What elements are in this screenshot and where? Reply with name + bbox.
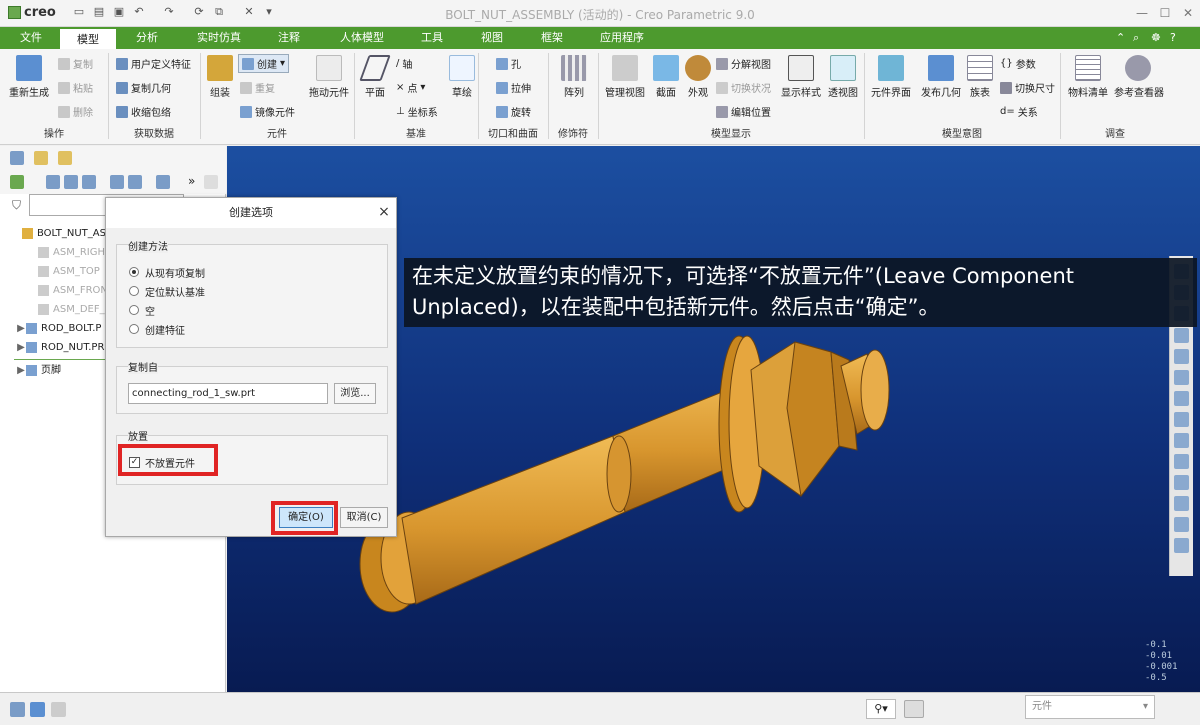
full-screen-icon[interactable]: [51, 702, 66, 717]
status-bar: ⚲▾: [0, 692, 1200, 725]
selection-filter-select[interactable]: 元件 ▾: [1025, 695, 1155, 719]
method-radio-label: 空: [145, 306, 155, 318]
method-radio-label: 定位默认基准: [145, 287, 205, 299]
selection-icon[interactable]: [904, 700, 924, 718]
method-radio[interactable]: 空: [129, 302, 155, 318]
show-navigator-icon[interactable]: [10, 702, 25, 717]
close-icon[interactable]: ×: [376, 204, 392, 220]
create-options-dialog: 创建选项 × 创建方法 从现有项复制 定位默认基准空创建特征 复制自 connec…: [105, 197, 397, 537]
binoculars-icon[interactable]: ⚲▾: [866, 699, 896, 719]
browse-button[interactable]: 浏览...: [334, 383, 376, 404]
radio-button-icon[interactable]: [129, 324, 139, 334]
method-label: 创建方法: [128, 238, 168, 253]
radio-button-icon[interactable]: [129, 305, 139, 315]
show-browser-icon[interactable]: [30, 702, 45, 717]
method-radio-label: 创建特征: [145, 325, 185, 337]
dialog-title: 创建选项: [106, 198, 396, 228]
placement-label: 放置: [128, 428, 148, 443]
method-radio[interactable]: 创建特征: [129, 321, 185, 337]
radio-button-icon[interactable]: [129, 267, 139, 277]
chevron-down-icon: ▾: [1142, 701, 1148, 712]
method-radio-label: 从现有项复制: [145, 268, 205, 280]
method-radio[interactable]: 从现有项复制: [129, 264, 205, 280]
ok-button[interactable]: 确定(O): [279, 507, 333, 528]
checkbox-check-icon[interactable]: ✓: [129, 456, 140, 468]
method-radio[interactable]: 定位默认基准: [129, 283, 205, 299]
copy-from-label: 复制自: [128, 359, 158, 374]
cancel-button[interactable]: 取消(C): [340, 507, 388, 528]
copy-from-input[interactable]: connecting_rod_1_sw.prt: [128, 383, 328, 404]
radio-button-icon[interactable]: [129, 286, 139, 296]
leave-unplaced-checkbox[interactable]: ✓ 不放置元件: [129, 454, 195, 470]
